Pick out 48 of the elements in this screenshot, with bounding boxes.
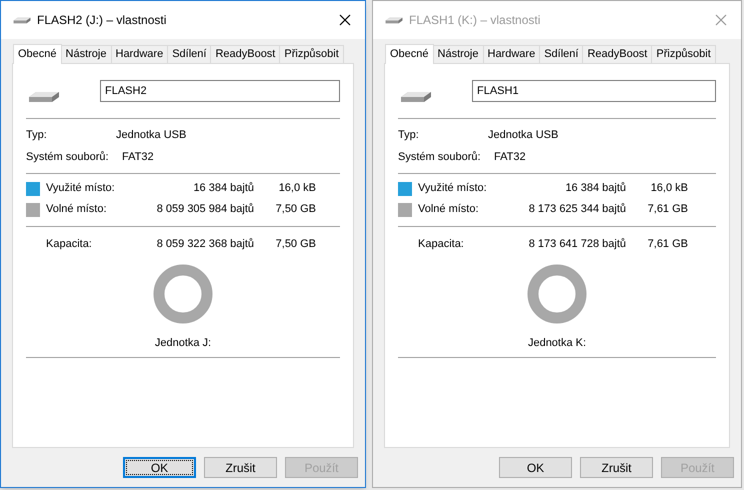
dialog-button[interactable]: OK [123, 457, 196, 478]
close-icon [339, 14, 351, 26]
disk-usage-donut [153, 264, 213, 324]
field-label: Využité místo: [418, 181, 488, 196]
drive-label: Jednotka J: [154, 336, 212, 351]
field-label: Volné místo: [46, 202, 108, 218]
name-field[interactable]: FLASH1 [472, 80, 716, 102]
close-icon [715, 14, 727, 26]
field-label: Typ: [398, 128, 420, 143]
field-value: 16,0 kB [278, 181, 316, 196]
field-label: Volné místo: [418, 202, 480, 218]
field-value: 16,0 kB [650, 181, 688, 196]
dialog-button[interactable]: Zrušit [204, 457, 277, 478]
drive-icon [13, 16, 31, 24]
field-label: Využité místo: [46, 181, 116, 196]
field-value: FAT32 [122, 150, 154, 165]
field-value: 7,50 GB [274, 236, 316, 252]
dialog-button[interactable]: OK [499, 457, 572, 478]
field-label: Kapacita: [418, 236, 465, 252]
field-value: Jednotka USB [116, 128, 186, 143]
drive-icon [400, 89, 432, 105]
tab[interactable]: Přizpůsobit [279, 45, 344, 63]
field-value: 8 173 625 344 bajtů [528, 202, 626, 218]
field-value: 7,61 GB [646, 236, 688, 252]
drive-icon [385, 16, 403, 24]
field-label: Systém souborů: [398, 150, 482, 165]
field-value: 8 059 322 368 bajtů [156, 236, 254, 252]
field-value: 7,61 GB [646, 202, 688, 218]
window-title: FLASH2 (J:) – vlastnosti [37, 12, 168, 29]
disk-usage-donut [527, 264, 587, 324]
name-field[interactable]: FLASH2 [100, 80, 340, 102]
window-title: FLASH1 (K:) – vlastnosti [409, 12, 542, 29]
field-value: 7,50 GB [274, 202, 316, 218]
field-label: Kapacita: [46, 236, 93, 252]
drive-icon [28, 89, 60, 105]
dialog-button[interactable]: Zrušit [580, 457, 653, 478]
field-value: 16 384 bajtů [564, 181, 626, 196]
tab[interactable]: Obecné [13, 44, 62, 64]
field-value: 8 059 305 984 bajtů [156, 202, 254, 218]
field-value: FAT32 [494, 150, 526, 165]
drive-label: Jednotka K: [528, 336, 586, 351]
field-value: 16 384 bajtů [192, 181, 254, 196]
field-value: Jednotka USB [488, 128, 558, 143]
field-label: Typ: [26, 128, 48, 143]
tab[interactable]: Obecné [385, 44, 434, 64]
field-label: Systém souborů: [26, 150, 110, 165]
tab[interactable]: Přizpůsobit [651, 45, 716, 63]
field-value: 8 173 641 728 bajtů [528, 236, 626, 252]
